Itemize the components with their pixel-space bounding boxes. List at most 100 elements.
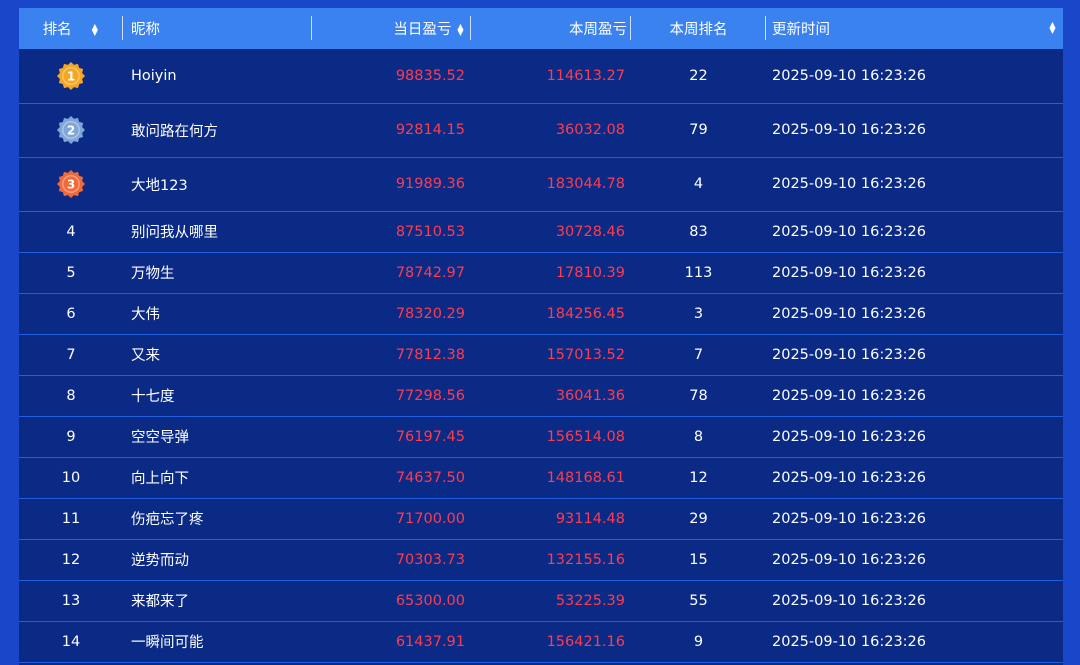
rank-cell: 4	[66, 223, 76, 240]
rank-cell: 2	[19, 103, 123, 157]
rank-cell: 11	[61, 510, 81, 527]
weekly-rank-cell: 78	[689, 387, 708, 404]
table-row[interactable]: 2 敢问路在何方 92814.15 36032.08 79 2025-09-10 16:2…	[19, 103, 1063, 157]
rank-cell: 12	[61, 551, 81, 568]
rank-cell: 6	[66, 305, 76, 322]
nickname-cell: 伤疤忘了疼	[131, 512, 204, 528]
nickname-cell: 敢问路在何方	[131, 123, 218, 140]
table-row[interactable]: 1 Hoiyin 98835.52 114613.27 22 2025-09-10 16:…	[19, 49, 1063, 103]
table-row[interactable]: 6 大伟 78320.29 184256.45 3 2025-09-10 16:23:26	[19, 293, 1063, 334]
sort-arrows-icon[interactable]: ▲ ▼	[456, 23, 465, 37]
updated-time-cell: 2025-09-10 16:23:26	[772, 633, 926, 650]
table-row[interactable]: 5 万物生 78742.97 17810.39 113 2025-09-10 16:23:…	[19, 252, 1063, 293]
silver-medal-icon: 2	[56, 115, 86, 145]
rank-cell: 3	[19, 157, 123, 211]
nickname-cell: 向上向下	[131, 471, 189, 487]
nickname-cell: 空空导弹	[131, 430, 189, 446]
daily-pl-cell: 77298.56	[395, 387, 465, 404]
updated-time-cell: 2025-09-10 16:23:26	[772, 428, 926, 445]
updated-time-cell: 2025-09-10 16:23:26	[772, 67, 926, 84]
leaderboard-table: 排名 ▲ ▼ 昵称 当日盈亏 ▲ ▼ 本周盈亏 本周排名 更新时间 ▲ ▼ 1 …	[19, 8, 1063, 663]
updated-time-cell: 2025-09-10 16:23:26	[772, 305, 926, 322]
table-row[interactable]: 14 一瞬间可能 61437.91 156421.16 9 2025-09-10 16:2…	[19, 621, 1063, 662]
daily-pl-cell: 91989.36	[395, 176, 465, 192]
nickname-cell: 大伟	[131, 307, 160, 323]
column-header-updated[interactable]: 更新时间 ▲ ▼	[766, 8, 1063, 49]
daily-pl-cell: 78320.29	[395, 305, 465, 322]
updated-time-cell: 2025-09-10 16:23:26	[772, 122, 926, 138]
table-header-row: 排名 ▲ ▼ 昵称 当日盈亏 ▲ ▼ 本周盈亏 本周排名 更新时间 ▲ ▼	[19, 8, 1063, 49]
weekly-rank-cell: 8	[693, 428, 704, 445]
weekly-pl-cell: 183044.78	[546, 176, 625, 192]
table-row[interactable]: 9 空空导弹 76197.45 156514.08 8 2025-09-10 16:23:…	[19, 416, 1063, 457]
column-header-updated-label: 更新时间	[772, 22, 830, 38]
weekly-rank-cell: 83	[689, 223, 708, 240]
weekly-pl-cell: 53225.39	[555, 592, 625, 609]
daily-pl-cell: 70303.73	[395, 551, 465, 568]
column-header-name: 昵称	[123, 8, 312, 49]
rank-cell: 7	[66, 346, 76, 363]
sort-arrows-icon[interactable]: ▲ ▼	[1048, 21, 1057, 35]
table-row[interactable]: 12 逆势而动 70303.73 132155.16 15 2025-09-10 16:2…	[19, 539, 1063, 580]
table-row[interactable]: 11 伤疤忘了疼 71700.00 93114.48 29 2025-09-10 16:2…	[19, 498, 1063, 539]
table-row[interactable]: 3 大地123 91989.36 183044.78 4 2025-09-10 16:23…	[19, 157, 1063, 211]
updated-time-cell: 2025-09-10 16:23:26	[772, 176, 926, 192]
column-header-weekly-rank-label: 本周排名	[669, 22, 728, 38]
column-header-weekly-pl-label: 本周盈亏	[569, 22, 627, 38]
nickname-cell: 十七度	[131, 389, 175, 405]
daily-pl-cell: 98835.52	[395, 67, 465, 84]
nickname-cell: 来都来了	[131, 594, 189, 610]
weekly-rank-cell: 55	[689, 592, 708, 609]
column-header-rank-label: 排名	[42, 22, 72, 38]
daily-pl-cell: 92814.15	[395, 122, 465, 138]
daily-pl-cell: 87510.53	[395, 223, 465, 240]
table-row[interactable]: 10 向上向下 74637.50 148168.61 12 2025-09-10 16:2…	[19, 457, 1063, 498]
column-header-rank[interactable]: 排名 ▲ ▼	[19, 8, 123, 49]
table-row[interactable]: 7 又来 77812.38 157013.52 7 2025-09-10 16:23:26	[19, 334, 1063, 375]
weekly-rank-cell: 7	[693, 346, 704, 363]
gold-medal-icon: 1	[56, 61, 86, 91]
nickname-cell: 逆势而动	[131, 553, 189, 569]
updated-time-cell: 2025-09-10 16:23:26	[772, 592, 926, 609]
updated-time-cell: 2025-09-10 16:23:26	[772, 510, 926, 527]
weekly-pl-cell: 132155.16	[546, 551, 625, 568]
rank-cell: 9	[66, 428, 76, 445]
nickname-cell: 又来	[131, 348, 160, 364]
weekly-rank-cell: 113	[684, 264, 713, 281]
updated-time-cell: 2025-09-10 16:23:26	[772, 264, 926, 281]
column-header-weekly-rank: 本周排名	[631, 8, 766, 49]
rank-cell: 5	[66, 264, 76, 281]
weekly-rank-cell: 12	[689, 469, 708, 486]
daily-pl-cell: 76197.45	[395, 428, 465, 445]
daily-pl-cell: 74637.50	[395, 469, 465, 486]
updated-time-cell: 2025-09-10 16:23:26	[772, 223, 926, 240]
nickname-cell: 大地123	[131, 177, 188, 194]
weekly-rank-cell: 3	[693, 305, 704, 322]
weekly-rank-cell: 9	[693, 633, 704, 650]
leaderboard-panel: 排名 ▲ ▼ 昵称 当日盈亏 ▲ ▼ 本周盈亏 本周排名 更新时间 ▲ ▼ 1 …	[19, 8, 1063, 665]
weekly-pl-cell: 156514.08	[546, 428, 625, 445]
weekly-rank-cell: 29	[689, 510, 708, 527]
weekly-pl-cell: 148168.61	[546, 469, 625, 486]
nickname-cell: 万物生	[131, 266, 175, 282]
nickname-cell: 一瞬间可能	[131, 635, 204, 651]
weekly-pl-cell: 17810.39	[555, 264, 625, 281]
daily-pl-cell: 71700.00	[395, 510, 465, 527]
rank-cell: 10	[61, 469, 81, 486]
weekly-pl-cell: 36041.36	[555, 387, 625, 404]
column-header-daily-pl[interactable]: 当日盈亏 ▲ ▼	[312, 8, 471, 49]
sort-arrows-icon[interactable]: ▲ ▼	[90, 23, 99, 37]
updated-time-cell: 2025-09-10 16:23:26	[772, 469, 926, 486]
table-row[interactable]: 4 别问我从哪里 87510.53 30728.46 83 2025-09-10 16:2…	[19, 211, 1063, 252]
weekly-rank-cell: 79	[689, 122, 708, 138]
table-row[interactable]: 8 十七度 77298.56 36041.36 78 2025-09-10 16:23:2…	[19, 375, 1063, 416]
weekly-pl-cell: 184256.45	[546, 305, 625, 322]
table-row[interactable]: 13 来都来了 65300.00 53225.39 55 2025-09-10 16:23…	[19, 580, 1063, 621]
daily-pl-cell: 78742.97	[395, 264, 465, 281]
updated-time-cell: 2025-09-10 16:23:26	[772, 387, 926, 404]
weekly-pl-cell: 93114.48	[555, 510, 625, 527]
nickname-cell: Hoiyin	[131, 67, 177, 84]
svg-text:1: 1	[67, 69, 75, 83]
bronze-medal-icon: 3	[56, 169, 86, 199]
svg-text:2: 2	[67, 124, 75, 138]
